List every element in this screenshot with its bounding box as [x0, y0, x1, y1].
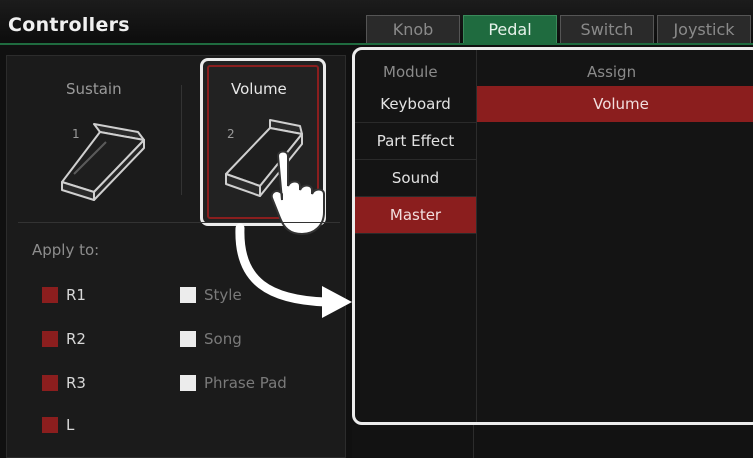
module-part-effect[interactable]: Part Effect [355, 123, 476, 160]
assign-volume[interactable]: Volume [477, 86, 753, 122]
apply-r2[interactable]: R2 [42, 330, 86, 348]
apply-r3[interactable]: R3 [42, 374, 86, 392]
tab-pedal[interactable]: Pedal [463, 15, 557, 43]
checkbox-r1[interactable] [42, 287, 58, 303]
checkbox-r3[interactable] [42, 375, 58, 391]
assign-panel: Module Assign Keyboard Part Effect Sound… [352, 47, 753, 425]
tab-underline [0, 43, 753, 45]
curved-arrow-icon [235, 223, 352, 318]
page-title: Controllers [8, 14, 130, 36]
module-keyboard[interactable]: Keyboard [355, 86, 476, 123]
checkbox-phrase-pad[interactable] [180, 375, 196, 391]
checkbox-song[interactable] [180, 331, 196, 347]
sustain-label: Sustain [66, 80, 122, 98]
apply-phrase-pad-label: Phrase Pad [204, 374, 287, 392]
apply-l-label: L [66, 416, 75, 434]
apply-r1-label: R1 [66, 286, 86, 304]
module-header: Module [383, 63, 438, 81]
apply-phrase-pad[interactable]: Phrase Pad [180, 374, 287, 392]
module-master[interactable]: Master [355, 197, 476, 234]
apply-r3-label: R3 [66, 374, 86, 392]
assign-panel-footer [352, 425, 753, 458]
assign-header: Assign [587, 63, 637, 81]
tab-bar: Knob Pedal Switch Joystick [366, 15, 753, 43]
pedal-divider [181, 85, 182, 195]
tab-knob[interactable]: Knob [366, 15, 460, 43]
apply-l[interactable]: L [42, 416, 74, 434]
apply-song-label: Song [204, 330, 242, 348]
tab-joystick[interactable]: Joystick [657, 15, 751, 43]
volume-label: Volume [231, 80, 287, 98]
checkbox-l[interactable] [42, 417, 58, 433]
sustain-pedal-icon[interactable] [54, 112, 154, 212]
footer-column-divider [473, 425, 474, 458]
tab-switch[interactable]: Switch [560, 15, 654, 43]
apply-to-label: Apply to: [32, 241, 100, 259]
apply-song[interactable]: Song [180, 330, 242, 348]
checkbox-r2[interactable] [42, 331, 58, 347]
module-sound[interactable]: Sound [355, 160, 476, 197]
apply-r1[interactable]: R1 [42, 286, 86, 304]
apply-r2-label: R2 [66, 330, 86, 348]
checkbox-style[interactable] [180, 287, 196, 303]
